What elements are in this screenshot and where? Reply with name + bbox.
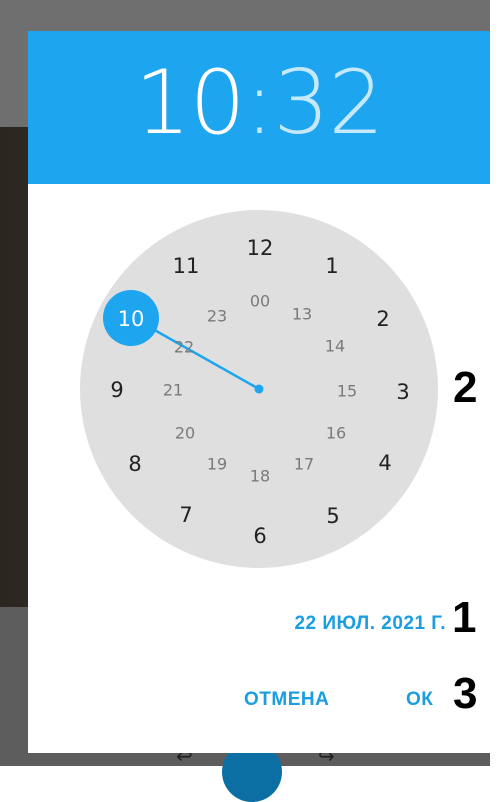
cancel-button[interactable]: ОТМЕНА — [244, 689, 329, 711]
hour-23[interactable]: 23 — [207, 307, 227, 326]
annotation-2: 2 — [453, 363, 478, 412]
time-picker-dialog: 10:32 12 1 2 3 4 5 6 7 8 9 10 11 00 13 1… — [28, 31, 490, 753]
annotation-1: 1 — [452, 593, 477, 642]
clock-hand-layer — [103, 290, 264, 394]
hour-11[interactable]: 11 — [173, 254, 200, 278]
hour-5[interactable]: 5 — [326, 504, 339, 528]
clock-face[interactable]: 12 1 2 3 4 5 6 7 8 9 10 11 00 13 14 15 1… — [80, 210, 438, 568]
time-separator: : — [244, 51, 275, 154]
ok-button[interactable]: ОК — [406, 689, 433, 711]
hour-14[interactable]: 14 — [325, 337, 345, 356]
hour-9[interactable]: 9 — [110, 378, 123, 402]
minutes-display[interactable]: 32 — [273, 51, 384, 154]
hour-21[interactable]: 21 — [163, 381, 183, 400]
hour-1[interactable]: 1 — [325, 254, 338, 278]
hour-22[interactable]: 22 — [174, 338, 194, 357]
annotation-3: 3 — [453, 669, 478, 718]
hour-00[interactable]: 00 — [250, 292, 270, 311]
hour-13[interactable]: 13 — [292, 305, 312, 324]
annotation-margin — [490, 0, 504, 766]
clock-center-dot — [254, 384, 264, 394]
hour-15[interactable]: 15 — [337, 382, 357, 401]
hour-10-selected[interactable]: 10 — [118, 307, 145, 331]
time-display: 10:32 — [28, 53, 490, 153]
hour-20[interactable]: 20 — [175, 424, 195, 443]
hour-17[interactable]: 17 — [294, 455, 314, 474]
hour-4[interactable]: 4 — [378, 451, 391, 475]
hour-3[interactable]: 3 — [396, 380, 409, 404]
hours-display[interactable]: 10 — [135, 51, 246, 154]
hour-12[interactable]: 12 — [247, 236, 274, 260]
hour-19[interactable]: 19 — [207, 455, 227, 474]
hour-8[interactable]: 8 — [128, 452, 141, 476]
time-header: 10:32 — [28, 31, 490, 184]
hour-2[interactable]: 2 — [376, 307, 389, 331]
hour-18[interactable]: 18 — [250, 467, 270, 486]
date-label[interactable]: 22 ИЮЛ. 2021 Г. — [294, 613, 446, 635]
hour-16[interactable]: 16 — [326, 424, 346, 443]
hour-6[interactable]: 6 — [253, 524, 266, 548]
hour-7[interactable]: 7 — [179, 503, 192, 527]
